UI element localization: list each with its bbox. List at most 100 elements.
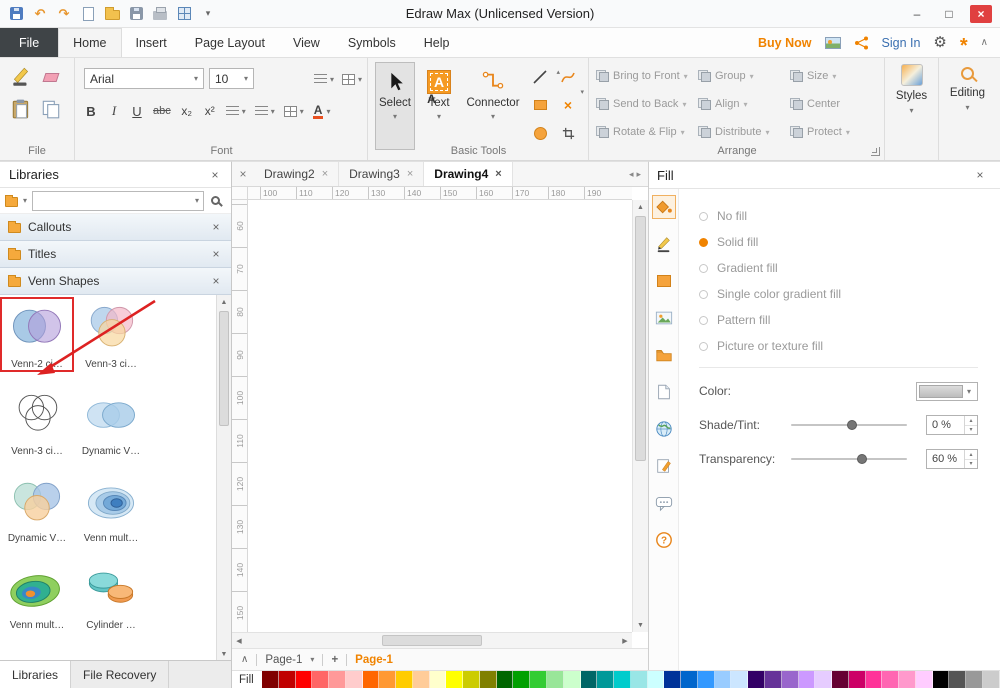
bring-to-front-button[interactable]: Bring to Front ▾ [596, 66, 692, 86]
shape-dynamic-venn[interactable]: Dynamic V… [76, 386, 146, 457]
table-button[interactable]: ▾ [284, 102, 304, 120]
color-swatch[interactable] [681, 671, 698, 688]
share-icon[interactable] [854, 36, 869, 50]
line-style-pen-icon[interactable] [652, 232, 676, 256]
line-tool[interactable] [529, 66, 551, 88]
color-swatch[interactable] [463, 671, 480, 688]
format-painter-icon[interactable] [10, 66, 32, 88]
text-tool-button[interactable]: A Text ▾ [419, 62, 459, 150]
comment-icon[interactable] [652, 491, 676, 515]
tab-scroll-right-icon[interactable]: ▸ [636, 169, 641, 180]
scroll-up-icon[interactable]: ▲ [633, 200, 648, 214]
color-swatch[interactable] [413, 671, 430, 688]
protect-button[interactable]: Protect ▾ [790, 122, 878, 142]
chevron-down-icon[interactable]: ▾ [240, 74, 248, 83]
note-icon[interactable] [652, 454, 676, 478]
bullets-button[interactable]: ▾ [255, 102, 275, 120]
tab-home[interactable]: Home [58, 28, 121, 57]
color-swatch[interactable] [446, 671, 463, 688]
color-swatch[interactable] [279, 671, 296, 688]
page-nav-label[interactable]: Page-1 [265, 654, 302, 666]
add-page-button[interactable]: + [331, 654, 338, 666]
color-swatch[interactable] [513, 671, 530, 688]
horizontal-scrollbar[interactable]: ◀ ▶ [232, 632, 632, 648]
redo-icon[interactable]: ↷ [56, 6, 72, 22]
chevron-down-icon[interactable]: ▾ [23, 196, 27, 205]
color-swatch[interactable] [581, 671, 598, 688]
library-section-titles[interactable]: Titles × [0, 241, 231, 268]
color-swatch[interactable] [262, 671, 279, 688]
color-swatch[interactable] [497, 671, 514, 688]
color-swatch[interactable] [748, 671, 765, 688]
tab-file[interactable]: File [0, 28, 58, 57]
chevron-down-icon[interactable]: ▾ [963, 387, 975, 396]
color-swatch[interactable] [363, 671, 380, 688]
spin-up-icon[interactable]: ▴ [965, 450, 977, 460]
chevron-down-icon[interactable]: ▾ [190, 74, 198, 83]
tab-drawing3[interactable]: Drawing3 × [339, 162, 424, 186]
rotate-flip-button[interactable]: Rotate & Flip ▾ [596, 122, 692, 142]
group-button[interactable]: Group ▾ [698, 66, 778, 86]
color-swatch[interactable] [832, 671, 849, 688]
library-section-callouts[interactable]: Callouts × [0, 214, 231, 241]
close-icon[interactable]: × [973, 168, 987, 182]
color-swatch[interactable] [648, 671, 665, 688]
option-no-fill[interactable]: No fill [699, 203, 978, 229]
tab-drawing4[interactable]: Drawing4 × [424, 162, 512, 186]
sign-in-link[interactable]: Sign In [882, 36, 921, 50]
chevron-down-icon[interactable]: ▾ [437, 112, 441, 121]
size-button[interactable]: Size ▾ [790, 66, 878, 86]
color-swatch[interactable] [983, 671, 1000, 688]
color-swatch[interactable] [480, 671, 497, 688]
slider-knob[interactable] [857, 454, 867, 464]
shape-venn-3-outline[interactable]: Venn-3 ci… [2, 386, 72, 457]
chevron-down-icon[interactable]: ▾ [491, 112, 495, 121]
library-scrollbar[interactable]: ▲ ▼ [216, 295, 231, 661]
color-swatch[interactable] [715, 671, 732, 688]
scroll-right-icon[interactable]: ▶ [618, 633, 632, 648]
slider-knob[interactable] [847, 420, 857, 430]
font-size-combo[interactable]: 10 ▾ [209, 68, 254, 89]
italic-button[interactable]: I [107, 102, 121, 120]
pencil-tool[interactable]: × [557, 94, 579, 116]
chevron-down-icon[interactable]: ▾ [393, 112, 397, 121]
color-swatch[interactable] [815, 671, 832, 688]
open-folder-icon[interactable] [104, 6, 120, 22]
color-swatch[interactable] [312, 671, 329, 688]
color-swatch[interactable] [933, 671, 950, 688]
search-icon[interactable] [211, 196, 220, 205]
color-swatch[interactable] [966, 671, 983, 688]
eraser-icon[interactable] [40, 66, 62, 88]
color-swatch[interactable] [631, 671, 648, 688]
close-icon[interactable]: × [495, 168, 501, 180]
shape-dynamic-venn-3[interactable]: Dynamic V… [2, 473, 72, 544]
option-gradient-fill[interactable]: Gradient fill [699, 255, 978, 281]
send-to-back-button[interactable]: Send to Back ▾ [596, 94, 692, 114]
document-icon[interactable] [652, 380, 676, 404]
share-image-icon[interactable] [825, 37, 841, 49]
shape-venn-2-circles[interactable]: Venn-2 ci… [2, 299, 72, 370]
close-icon[interactable]: × [209, 274, 223, 288]
arrange-dialog-launcher-icon[interactable] [871, 147, 880, 156]
font-color-button[interactable]: A▾ [313, 102, 331, 120]
save-as-icon[interactable] [128, 6, 144, 22]
styles-button[interactable]: Styles ▾ [885, 64, 938, 115]
center-button[interactable]: Center [790, 94, 878, 114]
tab-symbols[interactable]: Symbols [334, 28, 410, 57]
crop-tool[interactable] [557, 122, 579, 144]
page-tab-page-1[interactable]: Page-1 [355, 654, 393, 666]
color-swatch[interactable] [731, 671, 748, 688]
color-swatch[interactable] [949, 671, 966, 688]
shape-venn-multilayer[interactable]: Venn mult… [76, 473, 146, 544]
align-button[interactable]: Align ▾ [698, 94, 778, 114]
spin-down-icon[interactable]: ▾ [965, 460, 977, 469]
undo-icon[interactable]: ↶ [32, 6, 48, 22]
collapse-ribbon-icon[interactable]: ∧ [981, 37, 988, 48]
close-button[interactable]: × [970, 5, 992, 23]
library-section-venn-shapes[interactable]: Venn Shapes × [0, 268, 231, 295]
scroll-up-icon[interactable]: ▲ [217, 295, 231, 309]
library-search-combo[interactable]: ▾ [32, 191, 204, 211]
scrollbar-thumb[interactable] [382, 635, 482, 646]
color-swatch[interactable] [799, 671, 816, 688]
color-swatch[interactable] [614, 671, 631, 688]
